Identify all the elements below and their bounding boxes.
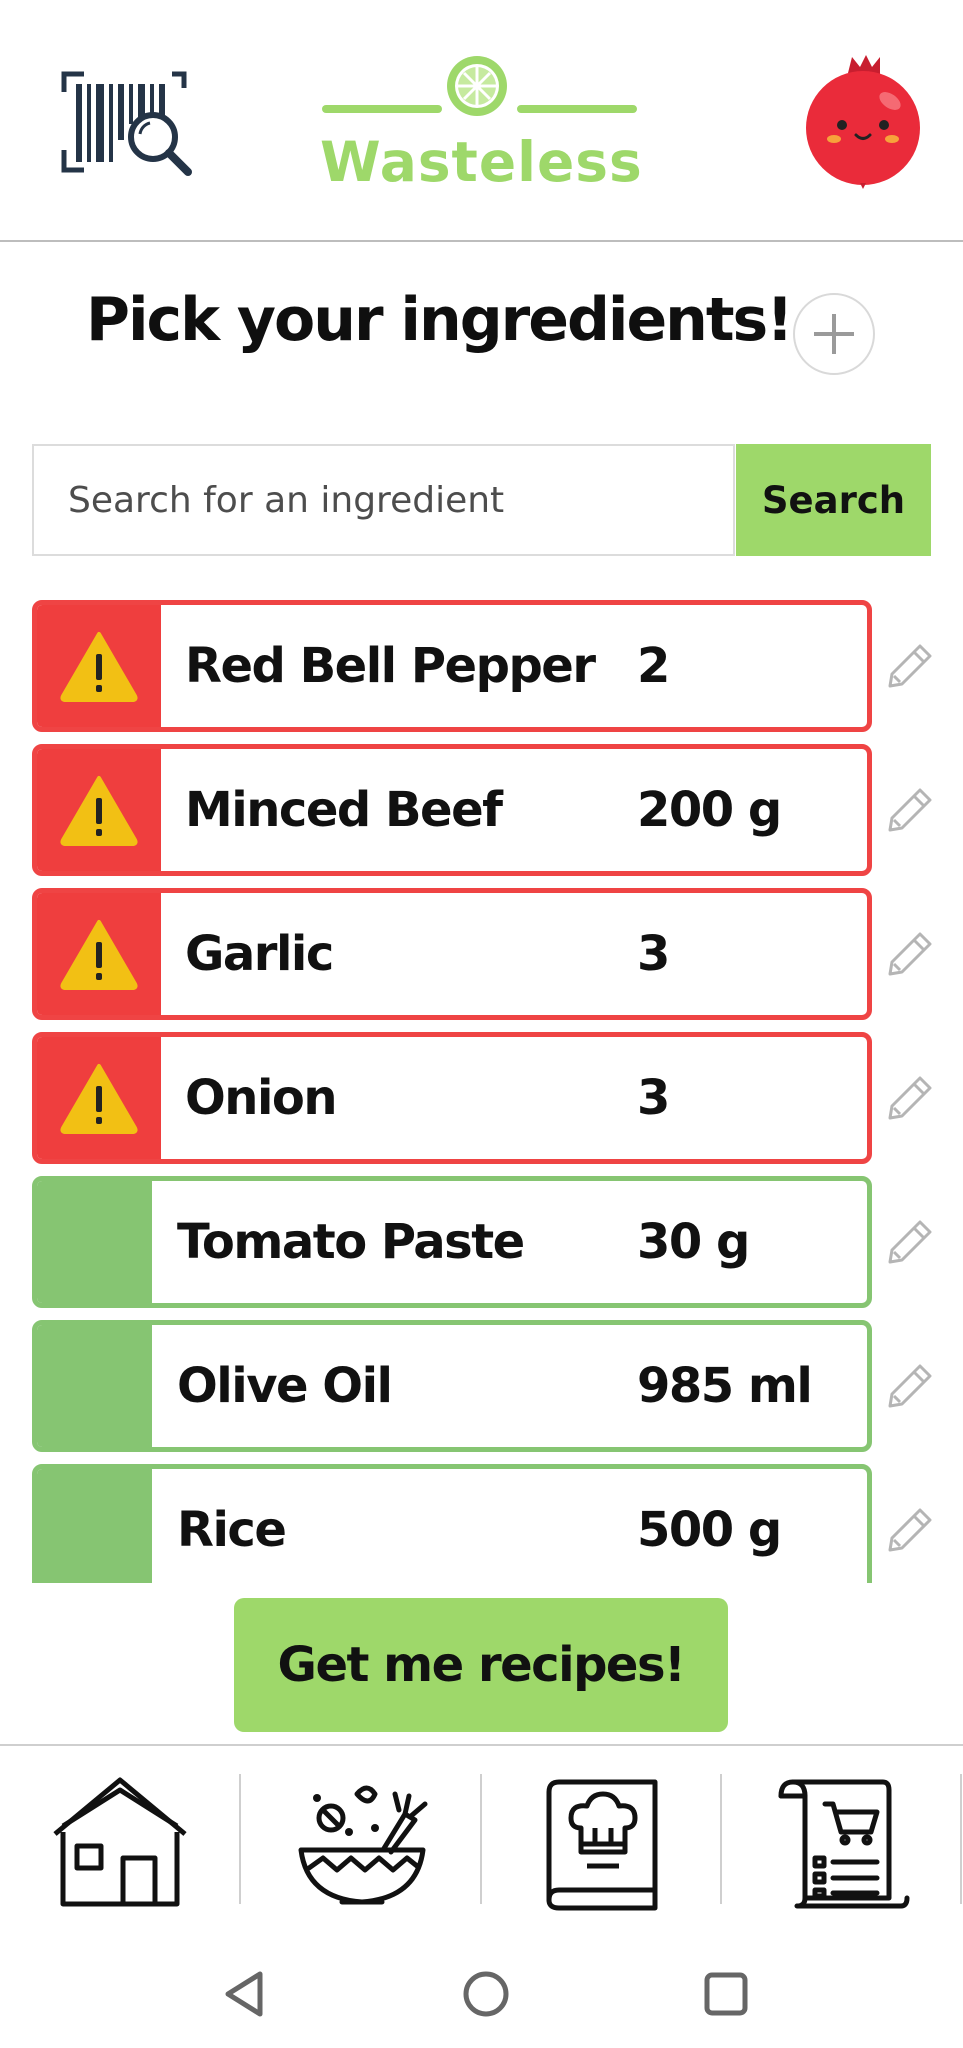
pencil-icon [888, 644, 932, 688]
ingredient-quantity: 985 ml [637, 1358, 813, 1414]
ingredient-name: Rice [177, 1502, 287, 1558]
pencil-icon [888, 932, 932, 976]
logo-text: Wasteless [320, 130, 643, 194]
logo-line-right [517, 105, 637, 113]
edit-ingredient-button[interactable] [886, 786, 934, 834]
warning-icon [60, 1064, 138, 1134]
home-circle-icon [463, 1971, 509, 2017]
ingredient-row-minced-beef[interactable]: Minced Beef 200 g [32, 744, 872, 876]
barcode-scan-icon [61, 71, 192, 176]
ingredient-row-onion[interactable]: Onion 3 [32, 1032, 872, 1164]
bottom-nav [0, 1744, 963, 1936]
get-recipes-button[interactable]: Get me recipes! [234, 1598, 728, 1732]
plus-icon [814, 314, 854, 354]
back-triangle-icon [225, 1971, 263, 2017]
ingredient-name: Olive Oil [177, 1358, 393, 1414]
search-input[interactable] [32, 444, 735, 556]
system-back-button[interactable] [220, 1968, 272, 2020]
ingredient-name: Garlic [185, 926, 334, 982]
expiry-indicator [37, 1037, 161, 1159]
edit-ingredient-button[interactable] [886, 1218, 934, 1266]
pencil-icon [888, 1076, 932, 1120]
ingredient-quantity: 200 g [637, 782, 782, 838]
edit-ingredient-button[interactable] [886, 642, 934, 690]
app-header: Wasteless [0, 0, 963, 242]
page-title: Pick your ingredients! [86, 285, 794, 355]
freshness-indicator [37, 1469, 152, 1583]
add-ingredient-button[interactable] [793, 293, 875, 375]
edit-ingredient-button[interactable] [886, 1506, 934, 1554]
nav-divider [960, 1774, 962, 1904]
app-logo: Wasteless [320, 52, 643, 194]
warning-icon [60, 920, 138, 990]
ingredient-row-red-bell-pepper[interactable]: Red Bell Pepper 2 [32, 600, 872, 732]
nav-divider [720, 1774, 722, 1904]
nav-divider [239, 1774, 241, 1904]
search-button[interactable]: Search [736, 444, 931, 556]
profile-avatar[interactable] [800, 55, 926, 189]
edit-ingredient-button[interactable] [886, 1362, 934, 1410]
edit-ingredient-button[interactable] [886, 1074, 934, 1122]
ingredient-quantity: 3 [637, 926, 670, 982]
ingredient-name: Tomato Paste [177, 1214, 525, 1270]
nav-divider [480, 1774, 482, 1904]
system-nav-bar [0, 1934, 963, 2048]
edit-ingredient-button[interactable] [886, 930, 934, 978]
nav-salad[interactable] [287, 1774, 437, 1914]
ingredient-row-olive-oil[interactable]: Olive Oil 985 ml [32, 1320, 872, 1452]
ingredient-row-rice[interactable]: Rice 500 g [32, 1464, 872, 1583]
pomegranate-avatar-icon [806, 55, 920, 189]
warning-icon [60, 632, 138, 702]
cookbook-icon [546, 1779, 658, 1911]
ingredient-quantity: 3 [637, 1070, 670, 1126]
ingredient-name: Minced Beef [185, 782, 503, 838]
ingredient-row-garlic[interactable]: Garlic 3 [32, 888, 872, 1020]
expiry-indicator [37, 749, 161, 871]
nav-shopping-list[interactable] [773, 1774, 923, 1914]
ingredient-list[interactable]: Red Bell Pepper 2 Minced Beef 200 g Garl… [0, 598, 963, 1583]
freshness-indicator [37, 1325, 152, 1447]
system-home-button[interactable] [460, 1968, 512, 2020]
ingredient-name: Red Bell Pepper [185, 638, 596, 694]
recents-square-icon [704, 1972, 748, 2016]
house-icon [53, 1777, 187, 1907]
ingredient-name: Onion [185, 1070, 338, 1126]
lime-icon [447, 56, 507, 116]
salad-bowl-icon [298, 1785, 428, 1905]
nav-home[interactable] [45, 1774, 195, 1914]
ingredient-quantity: 500 g [637, 1502, 782, 1558]
logo-line-left [322, 105, 442, 113]
nav-recipes[interactable] [527, 1774, 677, 1914]
pencil-icon [888, 1220, 932, 1264]
warning-icon [60, 776, 138, 846]
pencil-icon [888, 1364, 932, 1408]
barcode-scan-button[interactable] [60, 70, 196, 180]
expiry-indicator [37, 605, 161, 727]
ingredient-row-tomato-paste[interactable]: Tomato Paste 30 g [32, 1176, 872, 1308]
ingredient-quantity: 30 g [637, 1214, 750, 1270]
pencil-icon [888, 1508, 932, 1552]
expiry-indicator [37, 893, 161, 1015]
system-recents-button[interactable] [700, 1968, 752, 2020]
freshness-indicator [37, 1181, 152, 1303]
shopping-list-icon [778, 1779, 910, 1909]
pencil-icon [888, 788, 932, 832]
ingredient-quantity: 2 [637, 638, 670, 694]
